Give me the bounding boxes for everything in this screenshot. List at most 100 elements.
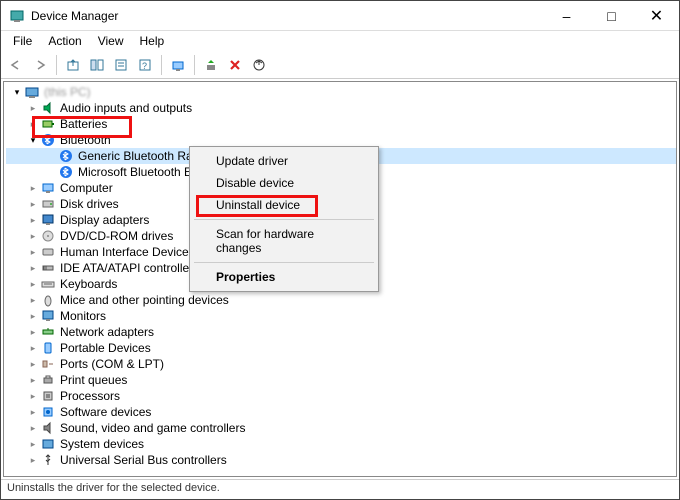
menu-action[interactable]: Action (40, 32, 89, 50)
expand-arrow[interactable]: ▸ (26, 263, 40, 274)
system-icon (40, 436, 56, 452)
menu-help[interactable]: Help (132, 32, 173, 50)
expand-arrow[interactable]: ▸ (26, 423, 40, 434)
ctx-disable-device[interactable]: Disable device (192, 172, 376, 194)
collapse-arrow[interactable]: ▾ (26, 135, 40, 146)
show-hide-console-button[interactable] (86, 54, 108, 76)
tree-category[interactable]: ▸ Universal Serial Bus controllers (6, 452, 676, 468)
maximize-button[interactable]: □ (589, 1, 634, 30)
tree-item-label: Batteries (60, 117, 107, 131)
expand-arrow[interactable]: ▸ (26, 327, 40, 338)
svg-text:?: ? (142, 61, 147, 71)
computer-icon (40, 180, 56, 196)
toolbar: ? (1, 51, 679, 79)
tree-item-label: Keyboards (60, 277, 117, 291)
tree-item-label: Portable Devices (60, 341, 151, 355)
tree-category[interactable]: ▸ Sound, video and game controllers (6, 420, 676, 436)
collapse-arrow[interactable]: ▾ (10, 87, 24, 98)
statusbar: Uninstalls the driver for the selected d… (1, 479, 679, 499)
tree-item-label: Monitors (60, 309, 106, 323)
tree-category[interactable]: ▸Processors (6, 388, 676, 404)
tree-category[interactable]: ▸ Audio inputs and outputs (6, 100, 676, 116)
ports-icon (40, 356, 56, 372)
close-button[interactable]: ✕ (634, 1, 679, 30)
expand-arrow[interactable]: ▸ (26, 215, 40, 226)
soft-icon (40, 404, 56, 420)
tree-category[interactable]: ▸ Ports (COM & LPT) (6, 356, 676, 372)
tree-item-label: Sound, video and game controllers (60, 421, 245, 435)
update-driver-button[interactable] (248, 54, 270, 76)
ctx-properties[interactable]: Properties (192, 266, 376, 288)
hid-icon (40, 244, 56, 260)
bt-icon (58, 164, 74, 180)
device-tree-panel[interactable]: ▾ (this PC) ▸ Audio inputs and outputs ▸ Batt… (3, 81, 677, 477)
ctx-scan-hardware[interactable]: Scan for hardware changes (192, 223, 376, 259)
up-button[interactable] (62, 54, 84, 76)
tree-item-label: (this PC) (44, 85, 91, 99)
expand-arrow[interactable]: ▸ (26, 231, 40, 242)
ctx-uninstall-device[interactable]: Uninstall device (192, 194, 376, 216)
expand-arrow[interactable]: ▸ (26, 359, 40, 370)
context-menu: Update driver Disable device Uninstall d… (189, 146, 379, 292)
expand-arrow[interactable]: ▸ (26, 199, 40, 210)
expand-arrow[interactable]: ▸ (26, 295, 40, 306)
tree-category[interactable]: ▸ Mice and other pointing devices (6, 292, 676, 308)
tree-item-label: Print queues (60, 373, 127, 387)
tree-item-label: Universal Serial Bus controllers (60, 453, 227, 467)
expand-arrow[interactable]: ▸ (26, 439, 40, 450)
disk-icon (40, 196, 56, 212)
minimize-button[interactable]: – (544, 1, 589, 30)
expand-arrow[interactable]: ▸ (26, 183, 40, 194)
print-icon (40, 372, 56, 388)
tree-item-label: IDE ATA/ATAPI controllers (60, 261, 199, 275)
properties-button[interactable] (110, 54, 132, 76)
net-icon (40, 324, 56, 340)
tree-category[interactable]: ▸ Monitors (6, 308, 676, 324)
expand-arrow[interactable]: ▸ (26, 279, 40, 290)
tree-item-label: Disk drives (60, 197, 119, 211)
tree-item-label: Audio inputs and outputs (60, 101, 192, 115)
forward-button[interactable] (29, 54, 51, 76)
display-icon (40, 212, 56, 228)
expand-arrow[interactable]: ▸ (26, 455, 40, 466)
expand-arrow[interactable]: ▸ (26, 407, 40, 418)
cpu-icon (40, 388, 56, 404)
tree-root[interactable]: ▾ (this PC) (6, 84, 676, 100)
tree-category[interactable]: ▸ System devices (6, 436, 676, 452)
expand-arrow[interactable]: ▸ (26, 375, 40, 386)
tree-category[interactable]: ▸Software devices (6, 404, 676, 420)
ctx-update-driver[interactable]: Update driver (192, 150, 376, 172)
tree-item-label: Display adapters (60, 213, 149, 227)
ctx-sep-1 (194, 219, 374, 220)
expand-arrow[interactable]: ▸ (26, 391, 40, 402)
titlebar: Device Manager – □ ✕ (1, 1, 679, 31)
tree-item-label: Mice and other pointing devices (60, 293, 229, 307)
tree-category[interactable]: ▸ Batteries (6, 116, 676, 132)
enable-button[interactable] (200, 54, 222, 76)
expand-arrow[interactable]: ▸ (26, 247, 40, 258)
window-title: Device Manager (31, 9, 544, 23)
scan-button[interactable] (167, 54, 189, 76)
monitor-icon (40, 308, 56, 324)
expand-arrow[interactable]: ▸ (26, 343, 40, 354)
tree-category[interactable]: ▸Network adapters (6, 324, 676, 340)
sound-icon (40, 420, 56, 436)
help-button[interactable]: ? (134, 54, 156, 76)
pc-icon (24, 84, 40, 100)
menu-view[interactable]: View (90, 32, 132, 50)
tree-item-label: System devices (60, 437, 144, 451)
uninstall-button[interactable] (224, 54, 246, 76)
tree-item-label: Ports (COM & LPT) (60, 357, 164, 371)
expand-arrow[interactable]: ▸ (26, 103, 40, 114)
expand-arrow[interactable]: ▸ (26, 311, 40, 322)
bt-icon (58, 148, 74, 164)
device-manager-window: Device Manager – □ ✕ File Action View He… (0, 0, 680, 500)
tree-category[interactable]: ▸ Print queues (6, 372, 676, 388)
back-button[interactable] (5, 54, 27, 76)
expand-arrow[interactable]: ▸ (26, 119, 40, 130)
dvd-icon (40, 228, 56, 244)
ide-icon (40, 260, 56, 276)
tree-category[interactable]: ▸ Portable Devices (6, 340, 676, 356)
menu-file[interactable]: File (5, 32, 40, 50)
tree-item-label: Human Interface Devices (60, 245, 195, 259)
